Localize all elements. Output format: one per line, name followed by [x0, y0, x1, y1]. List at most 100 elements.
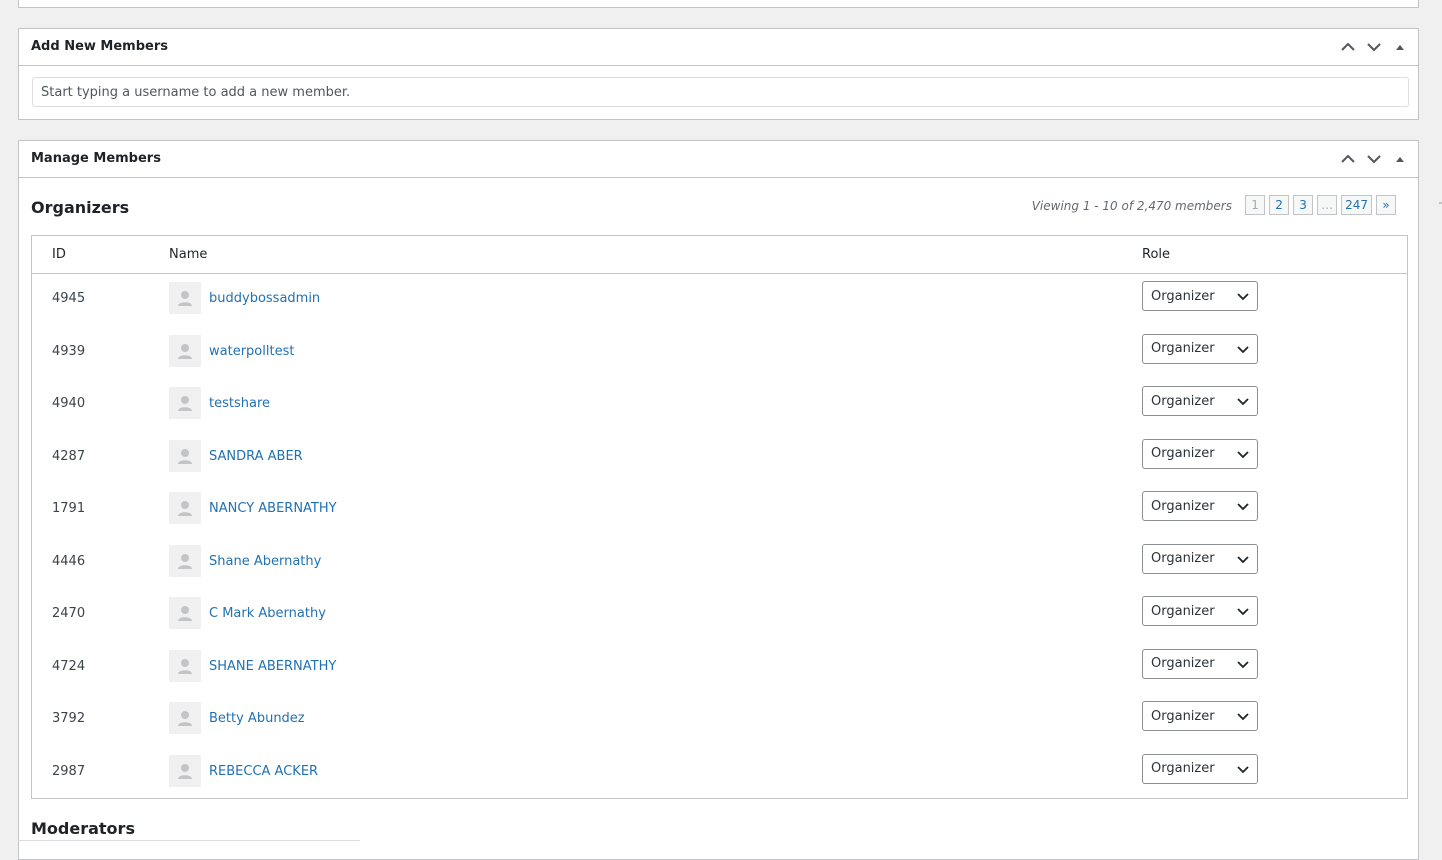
member-id: 4940 — [52, 396, 86, 411]
column-name: Name — [169, 247, 208, 262]
triangle-up-icon — [1396, 45, 1404, 50]
member-id: 3792 — [52, 711, 86, 726]
avatar — [169, 649, 201, 682]
avatar — [169, 754, 201, 787]
column-id: ID — [52, 247, 66, 262]
user-silhouette-icon — [178, 606, 192, 621]
user-silhouette-icon — [178, 343, 192, 359]
avatar — [169, 492, 201, 524]
member-name-link[interactable]: C Mark Abernathy — [209, 606, 326, 621]
page-2-link[interactable]: 2 — [1269, 195, 1290, 215]
user-silhouette-icon — [178, 448, 192, 464]
table-row: 4446 Shane Abernathy Organizer — [32, 536, 1407, 588]
member-name-link[interactable]: buddybossadmin — [209, 291, 320, 306]
next-page-link[interactable]: » — [1376, 195, 1396, 215]
user-silhouette-icon — [178, 396, 192, 411]
avatar — [169, 334, 201, 367]
avatar — [169, 544, 201, 577]
member-name-link[interactable]: SANDRA ABER — [209, 449, 303, 464]
move-down-button[interactable] — [1364, 150, 1384, 168]
table-row: 4940 testshare Organizer — [32, 378, 1407, 430]
chevron-up-icon — [1341, 42, 1355, 51]
member-id: 4446 — [52, 553, 86, 569]
viewing-count: Viewing 1 - 10 of 2,470 members — [1031, 199, 1232, 213]
role-select[interactable]: Organizer — [1142, 701, 1258, 731]
page-247-link[interactable]: 247 — [1341, 195, 1372, 215]
chevron-down-icon — [1367, 43, 1381, 52]
chevron-down-icon — [1237, 555, 1249, 563]
table-row: 1791 NANCY ABERNATHY Organizer — [32, 483, 1407, 535]
role-select[interactable]: Organizer — [1142, 281, 1258, 311]
add-members-panel: Add New Members — [18, 28, 1419, 120]
pagination: 1 2 3 … 247 » — [1245, 195, 1396, 215]
role-selected-value: Organizer — [1151, 393, 1215, 409]
role-selected-value: Organizer — [1151, 708, 1215, 724]
chevron-down-icon — [1237, 398, 1249, 406]
triangle-up-icon — [1396, 157, 1404, 162]
chevron-down-icon — [1237, 450, 1249, 458]
chevron-down-icon — [1237, 660, 1249, 668]
toggle-panel-button[interactable] — [1390, 38, 1410, 56]
member-name-link[interactable]: NANCY ABERNATHY — [209, 501, 337, 516]
member-name-link[interactable]: testshare — [209, 396, 270, 411]
avatar — [169, 702, 201, 734]
member-name-link[interactable]: Betty Abundez — [209, 711, 305, 726]
table-row: 4287 SANDRA ABER Organizer — [32, 431, 1407, 483]
table-row: 4939 waterpolltest Organizer — [32, 326, 1407, 378]
member-id: 4939 — [52, 343, 86, 359]
moderators-heading: Moderators — [31, 819, 135, 838]
chevron-down-icon — [1237, 345, 1249, 353]
table-row: 4945 buddybossadmin Organizer — [32, 273, 1407, 325]
role-select[interactable]: Organizer — [1142, 438, 1258, 469]
add-members-title: Add New Members — [31, 39, 169, 54]
member-id: 2470 — [52, 606, 86, 621]
role-select[interactable]: Organizer — [1142, 596, 1258, 626]
chevron-down-icon — [1237, 293, 1249, 301]
page-ellipsis: … — [1317, 195, 1338, 215]
chevron-up-icon — [1341, 154, 1355, 163]
previous-panel — [18, 0, 1419, 8]
move-up-button[interactable] — [1338, 150, 1358, 168]
user-silhouette-icon — [178, 553, 192, 569]
table-row: 3792 Betty Abundez Organizer — [32, 693, 1407, 745]
organizers-heading: Organizers — [31, 198, 130, 217]
avatar — [169, 439, 201, 472]
table-header: ID Name Role — [32, 236, 1407, 274]
table-row: 2470 C Mark Abernathy Organizer — [32, 588, 1407, 640]
role-select[interactable]: Organizer — [1142, 753, 1258, 784]
chevron-down-icon — [1367, 155, 1381, 164]
column-role: Role — [1142, 247, 1171, 262]
user-silhouette-icon — [178, 763, 192, 779]
toggle-panel-button[interactable] — [1390, 150, 1410, 168]
table-row: 2987 REBECCA ACKER Organizer — [32, 746, 1407, 798]
role-select[interactable]: Organizer — [1142, 386, 1258, 416]
member-id: 1791 — [52, 501, 86, 516]
member-name-link[interactable]: waterpolltest — [209, 344, 294, 359]
role-selected-value: Organizer — [1151, 656, 1215, 671]
member-name-link[interactable]: REBECCA ACKER — [209, 764, 318, 779]
move-down-button[interactable] — [1364, 38, 1384, 56]
page-3-link[interactable]: 3 — [1293, 195, 1314, 215]
add-member-input[interactable] — [32, 77, 1409, 107]
role-select[interactable]: Organizer — [1142, 333, 1258, 364]
move-up-button[interactable] — [1338, 38, 1358, 56]
user-silhouette-icon — [178, 658, 192, 674]
manage-members-title: Manage Members — [31, 151, 161, 166]
chevron-down-icon — [1237, 608, 1249, 616]
member-id: 4287 — [52, 448, 86, 464]
role-selected-value: Organizer — [1151, 761, 1215, 776]
role-select[interactable]: Organizer — [1142, 648, 1258, 679]
chevron-down-icon — [1237, 713, 1249, 721]
member-id: 4724 — [52, 658, 86, 674]
member-name-link[interactable]: SHANE ABERNATHY — [209, 659, 336, 674]
member-name-link[interactable]: Shane Abernathy — [209, 554, 321, 569]
user-silhouette-icon — [178, 711, 192, 726]
role-selected-value: Organizer — [1151, 288, 1215, 304]
manage-members-panel: Manage Members Organizers Viewing 1 - 10… — [18, 140, 1419, 860]
page-1: 1 — [1245, 195, 1266, 215]
role-select[interactable]: Organizer — [1142, 543, 1258, 574]
role-select[interactable]: Organizer — [1142, 491, 1258, 521]
user-silhouette-icon — [178, 291, 192, 306]
add-members-panel-controls — [1338, 38, 1410, 56]
member-id: 4945 — [52, 291, 86, 306]
